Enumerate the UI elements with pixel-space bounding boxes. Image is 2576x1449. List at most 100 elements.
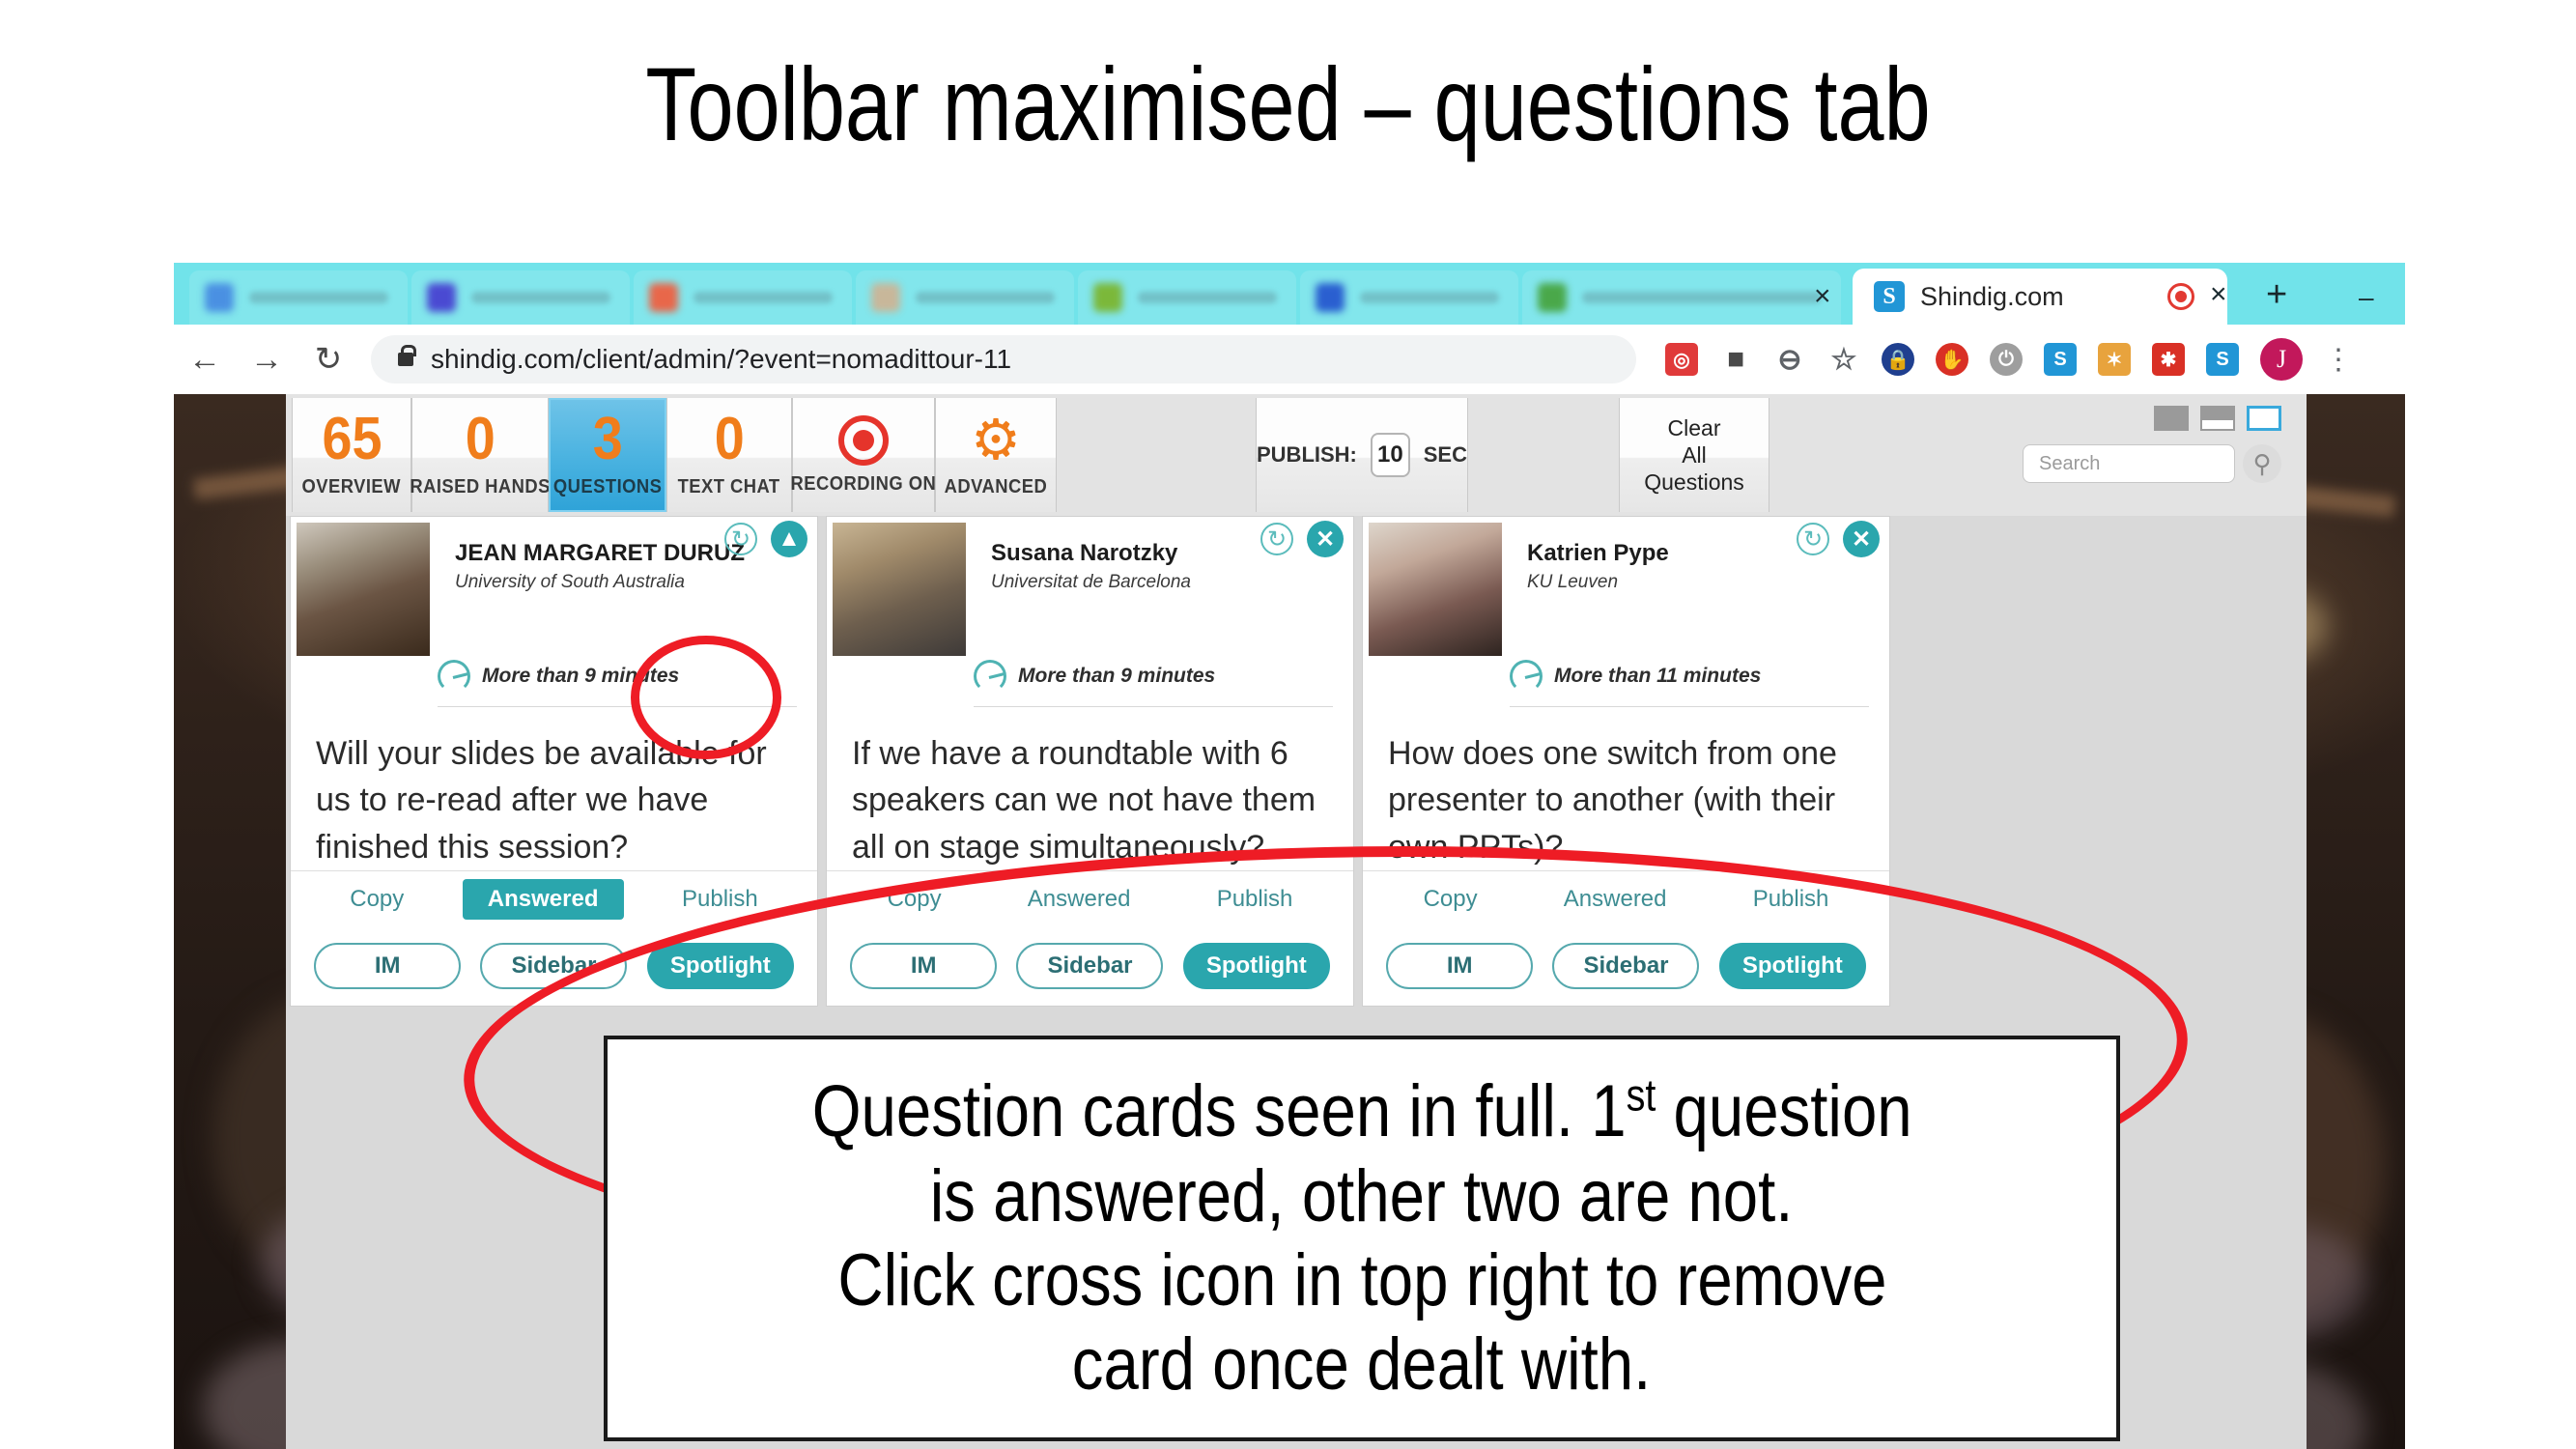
publish-control: PUBLISH: 10 SEC [1256, 398, 1468, 512]
background-tab-close-icon[interactable]: × [1814, 280, 1831, 313]
back-button[interactable]: ← [174, 341, 236, 379]
background-tab[interactable] [1300, 270, 1518, 325]
clear-all-questions-button[interactable]: Clear All Questions [1619, 398, 1769, 512]
sidebar-button[interactable]: Sidebar [1016, 943, 1164, 990]
background-tab[interactable] [1522, 270, 1841, 325]
publish-button[interactable]: Publish [1728, 879, 1854, 920]
wait-time-label: More than 9 minutes [482, 665, 680, 687]
question-card: Katrien Pype KU Leuven ↻ ✕ More than 11 … [1362, 516, 1890, 1007]
sidebar-button[interactable]: Sidebar [480, 943, 628, 990]
spotlight-button[interactable]: Spotlight [1718, 943, 1866, 990]
participant-avatar [833, 523, 966, 656]
refresh-icon[interactable]: ↻ [1260, 523, 1293, 555]
lock-extension-icon[interactable]: 🔒 [1882, 343, 1914, 376]
address-bar[interactable]: shindig.com/client/admin/?event=nomaditt… [371, 335, 1636, 384]
card-corner-icons: ↻ ✕ [1260, 521, 1344, 557]
power-extension-icon[interactable]: ⏻ [1990, 343, 2023, 376]
shindig-admin-icon[interactable]: S [2206, 343, 2239, 376]
card-pill-row: IM Sidebar Spotlight [827, 927, 1353, 1006]
tab-favicon [649, 283, 678, 312]
card-header: JEAN MARGARET DURUZ University of South … [291, 517, 817, 656]
toolbar-tab-text-chat[interactable]: 0 TEXT CHAT [666, 398, 792, 512]
cast-icon[interactable]: ◎ [1665, 343, 1698, 376]
toolbar-tab-questions[interactable]: 3 QUESTIONS [549, 398, 666, 512]
close-icon[interactable]: ✕ [1307, 521, 1344, 557]
shindig-extension-icon[interactable]: S [2044, 343, 2077, 376]
spotlight-button[interactable]: Spotlight [1182, 943, 1330, 990]
zoom-out-icon[interactable]: ⊖ [1773, 343, 1806, 376]
toolbar-tab-advanced[interactable]: ⚙ ADVANCED [935, 398, 1057, 512]
sidebar-button[interactable]: Sidebar [1552, 943, 1700, 990]
publish-button[interactable]: Publish [1192, 879, 1318, 920]
spotlight-button[interactable]: Spotlight [646, 943, 794, 990]
background-tab[interactable] [1078, 270, 1296, 325]
wait-time-label: More than 9 minutes [1018, 665, 1216, 687]
caption-line-1-b: question [1656, 1070, 1912, 1153]
tab-favicon [1538, 283, 1567, 312]
answered-button[interactable]: Answered [1003, 879, 1156, 920]
questions-count: 3 [592, 406, 623, 473]
answered-button[interactable]: Answered [1539, 879, 1692, 920]
active-tab-close-icon[interactable]: × [2210, 278, 2227, 311]
adblock-icon[interactable]: ✋ [1936, 343, 1968, 376]
refresh-icon[interactable]: ↻ [724, 523, 757, 555]
search-icon[interactable]: ⚲ [2243, 444, 2281, 483]
clear-all-line2: All [1682, 441, 1707, 468]
new-tab-button[interactable]: + [2266, 274, 2287, 316]
toolbar-tab-recording[interactable]: RECORDING ON [790, 398, 937, 512]
refresh-icon[interactable]: ↻ [1797, 523, 1829, 555]
card-header: Susana Narotzky Universitat de Barcelona… [827, 517, 1353, 656]
card-action-row: Copy Answered Publish [291, 869, 817, 927]
search-input[interactable]: Search [2023, 444, 2235, 483]
tab-title-blurred [471, 292, 610, 303]
background-tab[interactable] [634, 270, 852, 325]
background-tab[interactable] [189, 270, 408, 325]
wait-time-label: More than 11 minutes [1554, 665, 1762, 687]
copy-button[interactable]: Copy [1399, 879, 1503, 920]
red-extension-icon[interactable]: ✱ [2152, 343, 2185, 376]
record-icon [838, 414, 889, 466]
publish-button[interactable]: Publish [657, 879, 783, 920]
chevron-up-icon[interactable]: ▲ [771, 521, 807, 557]
window-minimize-button[interactable]: – [2359, 282, 2374, 313]
toolbar-tab-raised-hands[interactable]: 0 RAISED HANDS [410, 398, 551, 512]
background-tab[interactable] [411, 270, 630, 325]
chrome-menu-icon[interactable]: ⋮ [2324, 345, 2353, 374]
caption-line-3: Click cross icon in top right to remove [836, 1239, 1887, 1321]
question-text: How does one switch from one presenter t… [1388, 735, 1837, 866]
video-camera-icon[interactable]: ■ [1719, 343, 1752, 376]
shindig-favicon-icon: S [1874, 281, 1905, 312]
copy-button[interactable]: Copy [325, 879, 429, 920]
profile-avatar[interactable]: J [2260, 338, 2303, 381]
toolbar-tab-overview[interactable]: 65 OVERVIEW [292, 398, 411, 512]
tab-title-blurred [1582, 292, 1822, 303]
extension-toolbar: ◎ ■ ⊖ ☆ 🔒 ✋ ⏻ S ✶ ✱ S J ⋮ [1665, 338, 2353, 381]
honey-extension-icon[interactable]: ✶ [2098, 343, 2131, 376]
layout-window-icon[interactable] [2247, 406, 2281, 431]
copy-button[interactable]: Copy [863, 879, 967, 920]
layout-full-icon[interactable] [2154, 406, 2189, 431]
close-icon[interactable]: ✕ [1843, 521, 1880, 557]
answered-button[interactable]: Answered [462, 878, 624, 920]
im-button[interactable]: IM [1386, 943, 1534, 990]
im-button[interactable]: IM [314, 943, 462, 990]
im-button[interactable]: IM [850, 943, 998, 990]
advanced-label: ADVANCED [944, 475, 1048, 497]
card-pill-row: IM Sidebar Spotlight [1363, 927, 1889, 1006]
wait-time-row: More than 9 minutes [438, 660, 797, 707]
question-card: Susana Narotzky Universitat de Barcelona… [826, 516, 1354, 1007]
forward-button[interactable]: → [236, 341, 297, 379]
publish-label: PUBLISH: [1257, 442, 1357, 467]
layout-split-icon[interactable] [2200, 406, 2235, 431]
clear-all-line1: Clear [1667, 414, 1721, 440]
questions-label: QUESTIONS [552, 475, 663, 497]
publish-seconds-input[interactable]: 10 [1370, 433, 1410, 477]
active-tab-title: Shindig.com [1920, 281, 2064, 311]
url-text: shindig.com/client/admin/?event=nomaditt… [431, 344, 1012, 374]
raised-hands-label: RAISED HANDS [410, 475, 551, 497]
bookmark-star-icon[interactable]: ☆ [1827, 343, 1860, 376]
background-tab[interactable] [856, 270, 1074, 325]
reload-button[interactable]: ↻ [297, 340, 359, 379]
recording-label: RECORDING ON [790, 472, 937, 495]
text-chat-label: TEXT CHAT [677, 475, 780, 497]
